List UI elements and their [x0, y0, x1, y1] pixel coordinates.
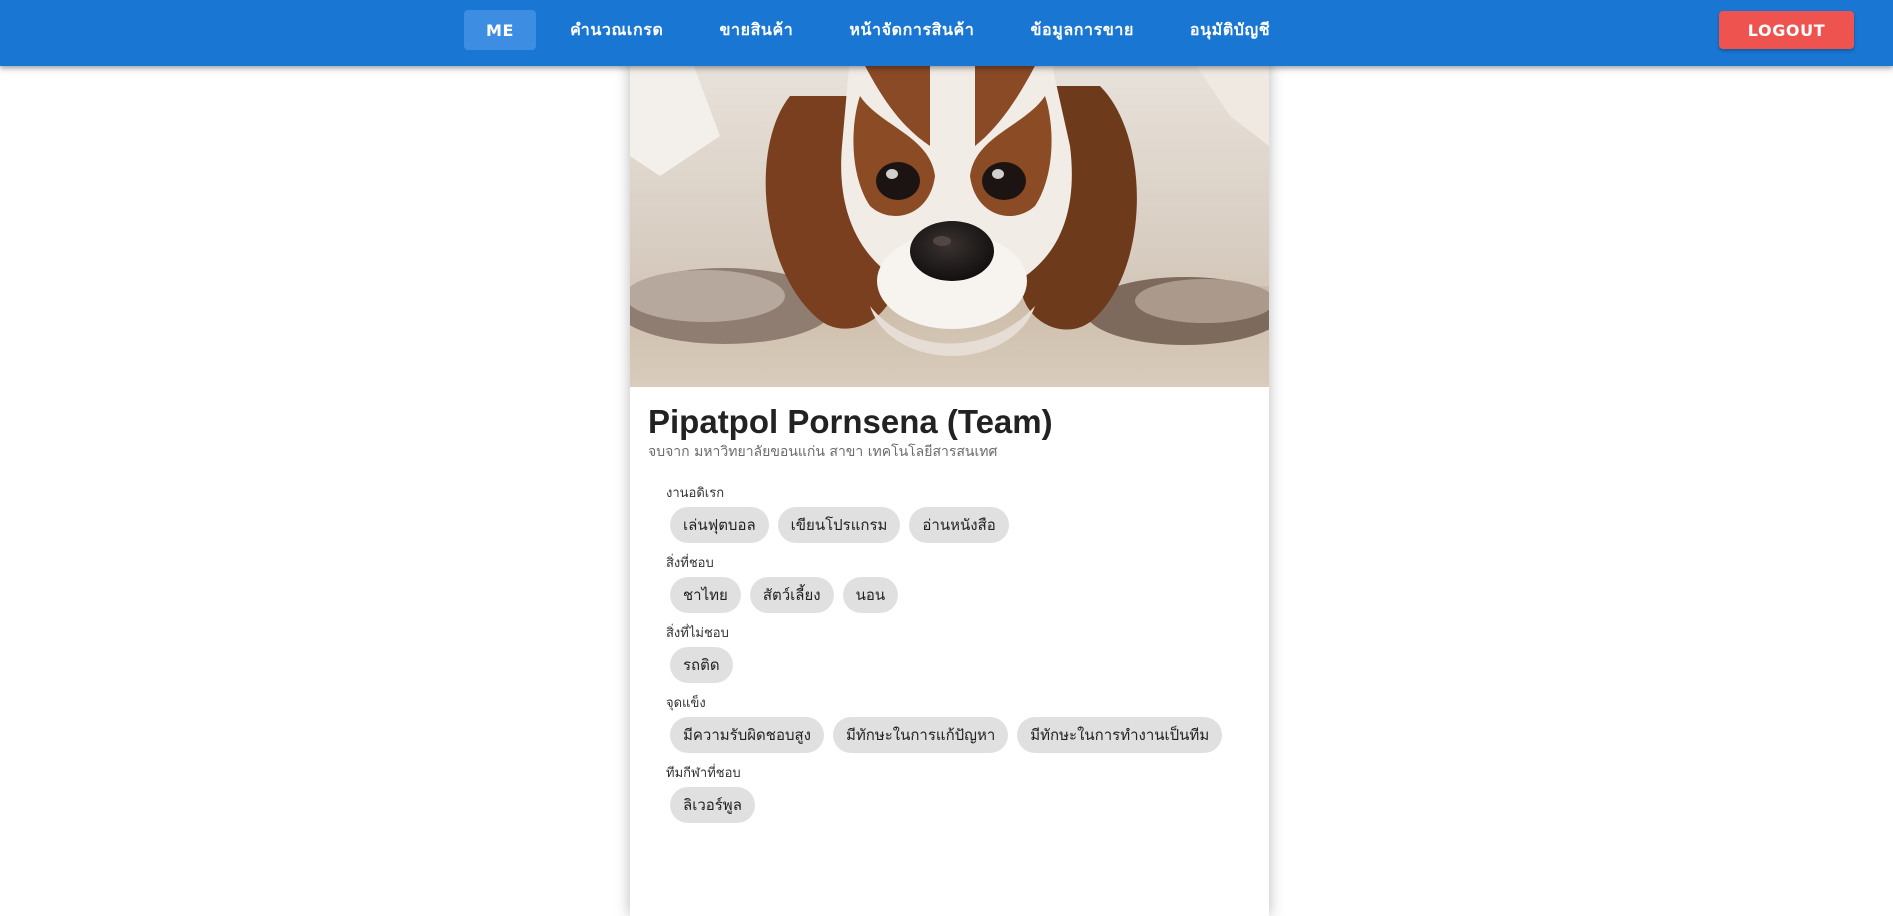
logout-button[interactable]: LOGOUT [1719, 11, 1854, 49]
nav-grade-calculator[interactable]: คำนวณเกรด [548, 10, 685, 50]
chip: มีทักษะในการทำงานเป็นทีม [1017, 717, 1223, 753]
chip: เขียนโปรแกรม [777, 507, 901, 543]
section-hobbies: งานอดิเรก เล่นฟุตบอล เขียนโปรแกรม อ่านหน… [666, 485, 1251, 543]
chip: รถติด [670, 647, 733, 683]
section-favorite-team: ทีมกีฬาที่ชอบ ลิเวอร์พูล [666, 765, 1251, 823]
chip-group: เล่นฟุตบอล เขียนโปรแกรม อ่านหนังสือ [666, 507, 1251, 543]
nav-approve-accounts[interactable]: อนุมัติบัญชี [1168, 10, 1292, 50]
chip-group: ชาไทย สัตว์เลี้ยง นอน [666, 577, 1251, 613]
section-label: สิ่งที่ชอบ [666, 556, 714, 571]
chip: ลิเวอร์พูล [670, 787, 755, 823]
nav-me[interactable]: ME [464, 10, 537, 50]
profile-photo [630, 56, 1269, 387]
section-label: งานอดิเรก [666, 486, 725, 501]
main-nav: ME คำนวณเกรด ขายสินค้า หน้าจัดการสินค้า … [464, 10, 1304, 50]
chip: ชาไทย [670, 577, 741, 613]
nav-sales-data[interactable]: ข้อมูลการขาย [1008, 10, 1155, 50]
nav-manage-products[interactable]: หน้าจัดการสินค้า [827, 10, 996, 50]
chip-group: รถติด [666, 647, 1251, 683]
profile-education: จบจาก มหาวิทยาลัยขอนแก่น สาขา เทคโนโลยีส… [648, 444, 998, 460]
chip: สัตว์เลี้ยง [749, 577, 834, 613]
chip-group: ลิเวอร์พูล [666, 787, 1251, 823]
section-likes: สิ่งที่ชอบ ชาไทย สัตว์เลี้ยง นอน [666, 555, 1251, 613]
app-bar: ME คำนวณเกรด ขายสินค้า หน้าจัดการสินค้า … [0, 0, 1893, 66]
chip: อ่านหนังสือ [909, 507, 1009, 543]
chip: มีทักษะในการแก้ปัญหา [832, 717, 1009, 753]
section-label: สิ่งที่ไม่ชอบ [666, 626, 729, 641]
chip: นอน [842, 577, 899, 613]
section-dislikes: สิ่งที่ไม่ชอบ รถติด [666, 625, 1251, 683]
profile-body: Pipatpol Pornsena (Team) จบจาก มหาวิทยาล… [630, 403, 1269, 823]
nav-sell-products[interactable]: ขายสินค้า [697, 10, 815, 50]
chip: เล่นฟุตบอล [670, 507, 769, 543]
section-label: ทีมกีฬาที่ชอบ [666, 766, 741, 781]
profile-name: Pipatpol Pornsena (Team) [648, 403, 1053, 440]
section-strengths: จุดแข็ง มีความรับผิดชอบสูง มีทักษะในการแ… [666, 695, 1251, 753]
section-label: จุดแข็ง [666, 696, 706, 711]
profile-sections: งานอดิเรก เล่นฟุตบอล เขียนโปรแกรม อ่านหน… [648, 485, 1251, 823]
profile-card: Pipatpol Pornsena (Team) จบจาก มหาวิทยาล… [630, 56, 1269, 916]
chip-group: มีความรับผิดชอบสูง มีทักษะในการแก้ปัญหา … [666, 717, 1251, 753]
chip: มีความรับผิดชอบสูง [670, 717, 824, 753]
